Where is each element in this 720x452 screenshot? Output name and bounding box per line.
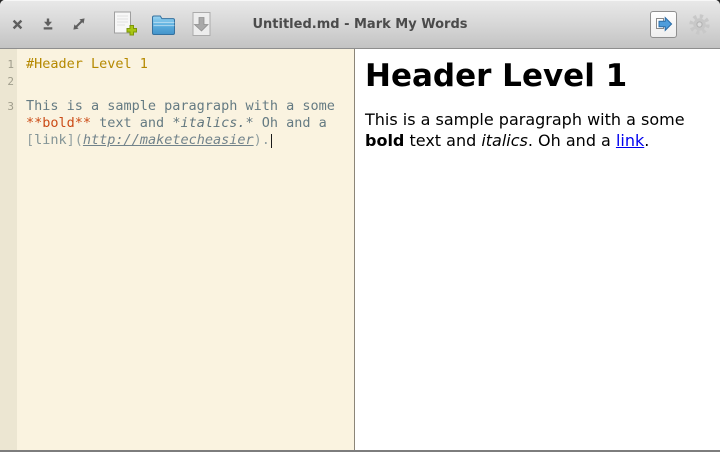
editor-row-4: **bold** text and *italics.* Oh and a — [0, 115, 354, 132]
italic-markup: *italics.* — [172, 115, 254, 131]
preview-link[interactable]: link — [616, 131, 644, 150]
bold-markup: **bold** — [26, 115, 92, 131]
text-cursor — [270, 134, 272, 148]
line-number-blank — [0, 132, 17, 149]
titlebar: Untitled.md - Mark My Words — [0, 0, 720, 49]
toolbar — [112, 11, 213, 38]
editor-content: 1 #Header Level 1 2 3 This is a sample par… — [0, 49, 354, 149]
line-number-1: 1 — [7, 58, 14, 71]
editor-paragraph-line-1: This is a sample paragraph with a some — [26, 98, 335, 114]
folder-open-icon — [152, 15, 175, 35]
editor-row-3: 3 This is a sample paragraph with a some — [0, 98, 354, 115]
app-window: Untitled.md - Mark My Words 1 #Header Le… — [0, 0, 720, 452]
window-controls — [11, 17, 86, 31]
maximize-icon — [73, 18, 85, 30]
plain-text: text and — [91, 115, 173, 131]
export-button[interactable] — [650, 10, 677, 38]
window-title: Untitled.md - Mark My Words — [252, 16, 468, 32]
editor-paragraph-line-2: **bold** text and *italics.* Oh and a — [17, 115, 327, 132]
preview-text: text and — [404, 130, 482, 150]
preview-italic-text: italics — [481, 130, 528, 150]
close-button[interactable] — [11, 18, 24, 31]
open-file-button[interactable] — [151, 13, 176, 35]
titlebar-actions — [650, 10, 711, 38]
gear-icon — [689, 13, 710, 35]
preview-bold-text: bold — [365, 130, 405, 150]
editor-row-5: [link](http://maketecheasier). — [0, 132, 354, 149]
preview-text: . — [644, 130, 650, 150]
link-close-paren: ). — [253, 132, 270, 148]
new-document-icon — [114, 11, 137, 35]
link-open-bracket: [ — [26, 132, 35, 148]
line-number-2: 2 — [7, 75, 14, 88]
save-icon — [192, 11, 211, 36]
link-url-markup: http://maketecheasier — [82, 132, 254, 148]
split-view: 1 #Header Level 1 2 3 This is a sample par… — [0, 49, 720, 450]
line-number-blank — [0, 115, 17, 132]
markdown-preview: Header Level 1 This is a sample paragrap… — [355, 49, 720, 450]
editor-empty-line — [17, 73, 26, 90]
preview-heading: Header Level 1 — [365, 58, 628, 94]
editor-header-line: #Header Level 1 — [26, 56, 148, 72]
export-arrow-icon — [655, 16, 672, 32]
new-document-button[interactable] — [112, 11, 137, 38]
close-icon — [12, 19, 23, 29]
link-label-markup: link — [34, 132, 67, 148]
editor-paragraph-line-3: [link](http://maketecheasier). — [17, 132, 272, 149]
line-number-3: 3 — [7, 100, 14, 113]
preview-text: This is a sample paragraph with a some — [365, 109, 685, 129]
settings-button[interactable] — [688, 13, 711, 36]
minimize-button[interactable] — [41, 17, 55, 31]
minimize-icon — [43, 18, 53, 30]
plain-text: Oh and a — [253, 115, 327, 131]
preview-paragraph: This is a sample paragraph with a some b… — [365, 109, 697, 151]
markdown-editor[interactable]: 1 #Header Level 1 2 3 This is a sample par… — [0, 49, 355, 450]
editor-row-1: 1 #Header Level 1 — [0, 56, 354, 73]
editor-row-2: 2 — [0, 73, 354, 90]
link-close-bracket: ]( — [66, 132, 83, 148]
maximize-button[interactable] — [72, 17, 86, 31]
save-button[interactable] — [190, 11, 213, 38]
preview-text: . Oh and a — [527, 130, 616, 150]
